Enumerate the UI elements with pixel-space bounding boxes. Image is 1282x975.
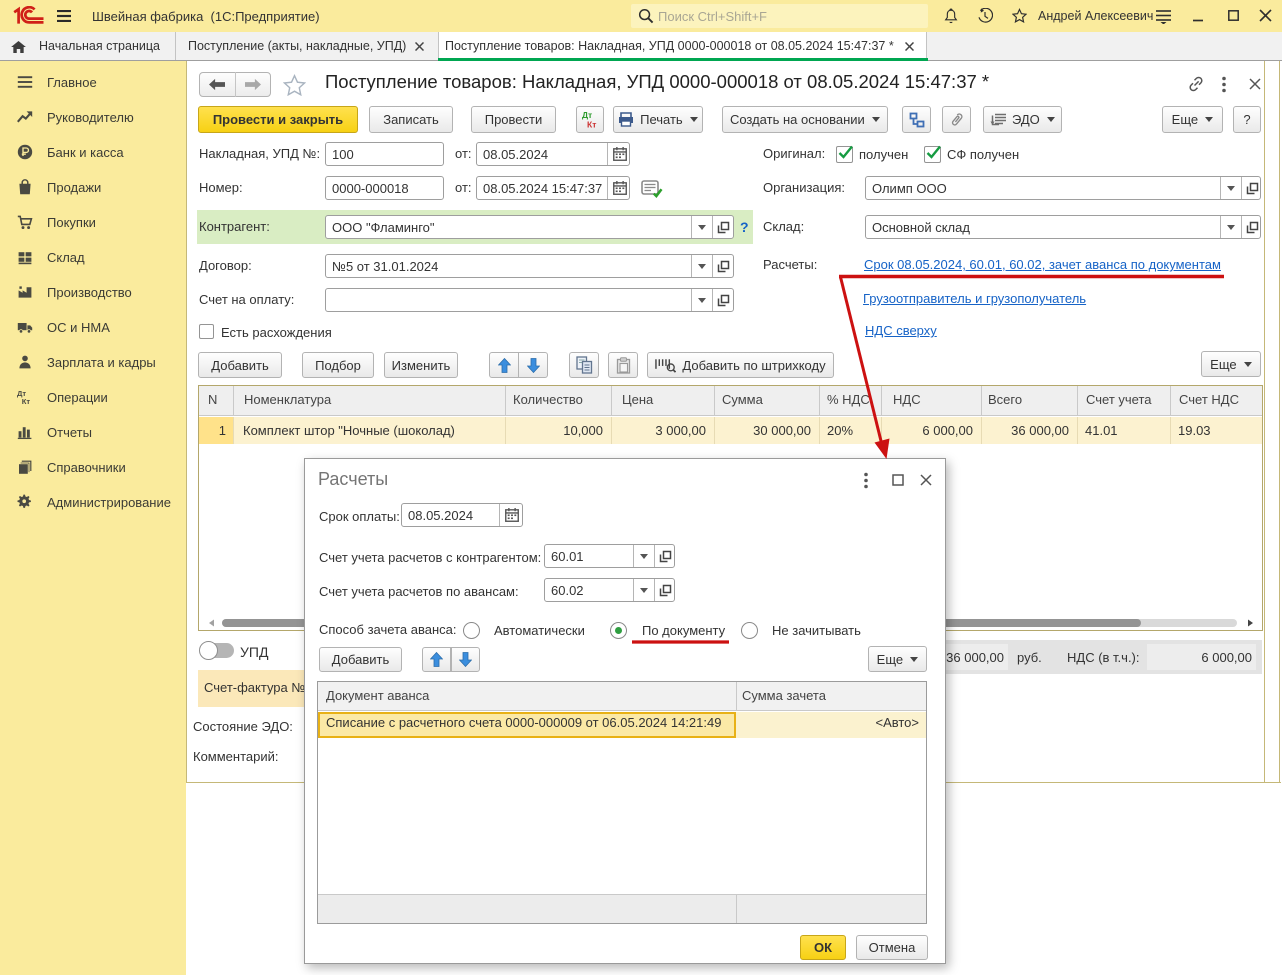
- svg-text:Дт: Дт: [582, 110, 592, 120]
- svg-text:Кт: Кт: [587, 120, 596, 130]
